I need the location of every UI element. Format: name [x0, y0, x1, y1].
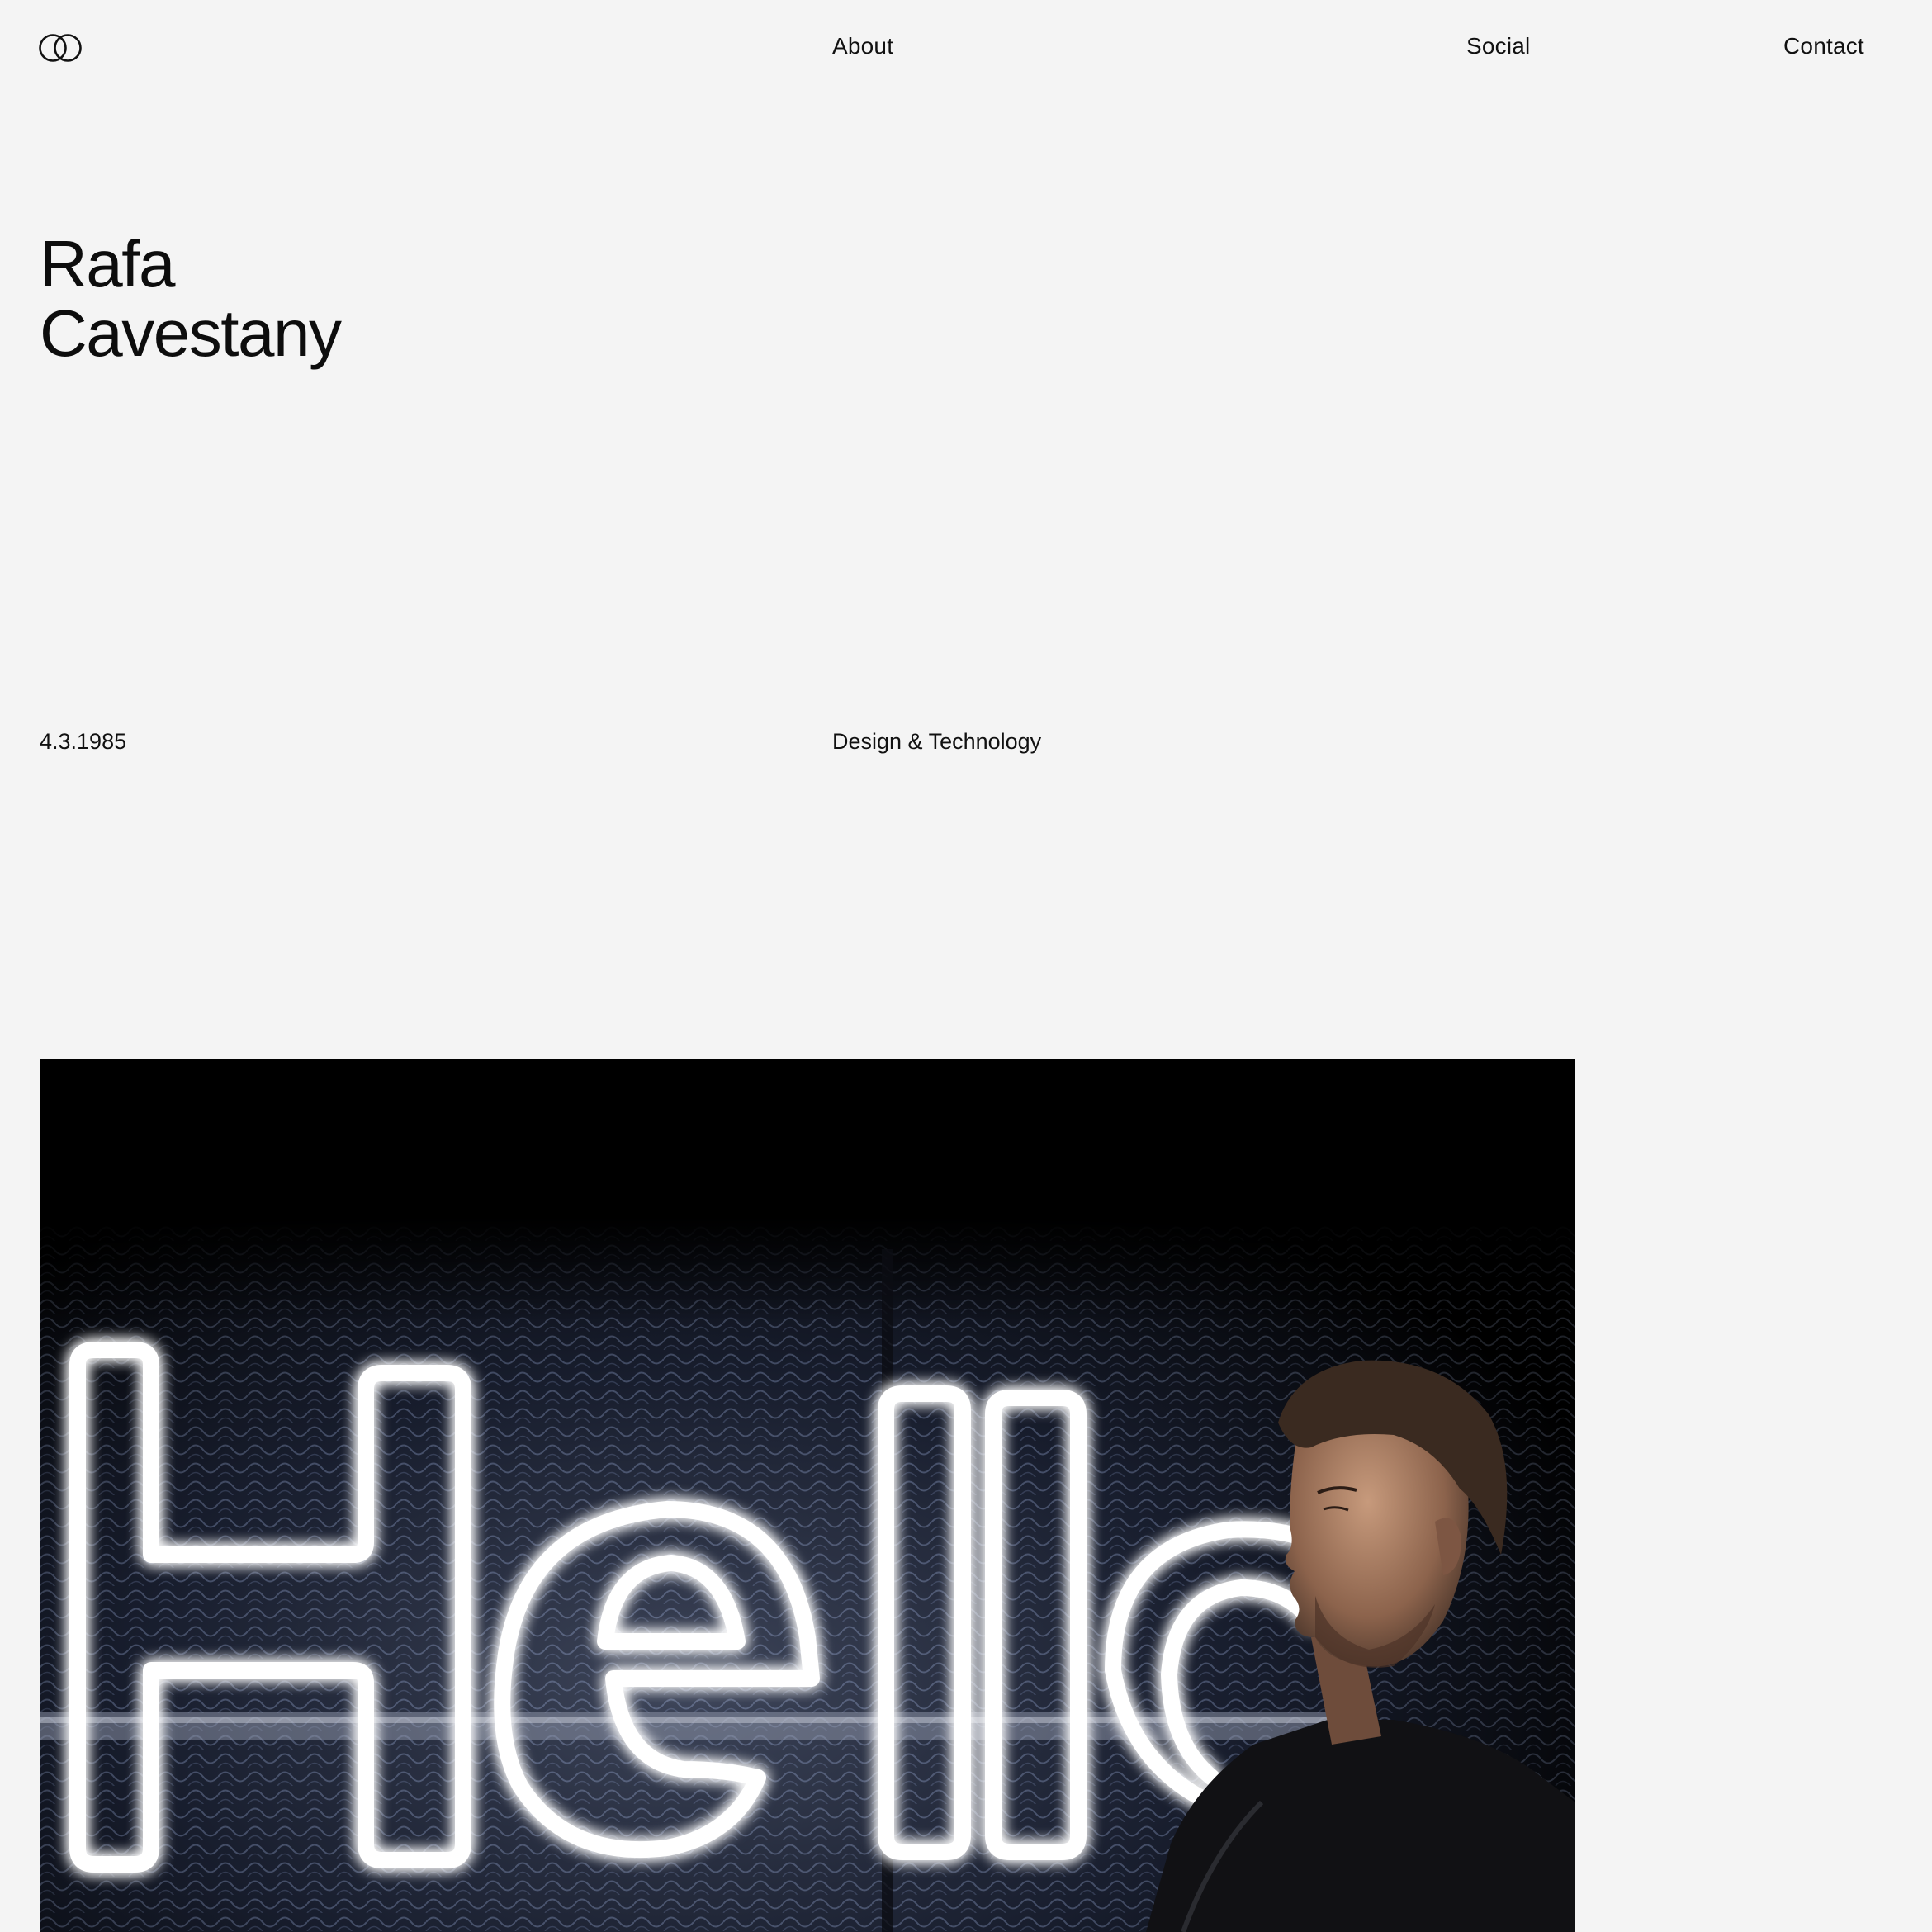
hero-photo [40, 1059, 1575, 1932]
hello-neon-portrait-image [40, 1059, 1575, 1932]
nav-social-link[interactable]: Social [1466, 30, 1530, 63]
logo-icon[interactable] [38, 33, 83, 63]
birth-date: 4.3.1985 [40, 729, 127, 754]
nav-contact-link[interactable]: Contact [1783, 30, 1864, 63]
discipline-label: Design & Technology [832, 729, 1042, 754]
first-name: Rafa [40, 227, 175, 301]
nav-about-link[interactable]: About [832, 30, 893, 63]
page-title: Rafa Cavestany [40, 227, 342, 370]
last-name: Cavestany [40, 296, 342, 370]
